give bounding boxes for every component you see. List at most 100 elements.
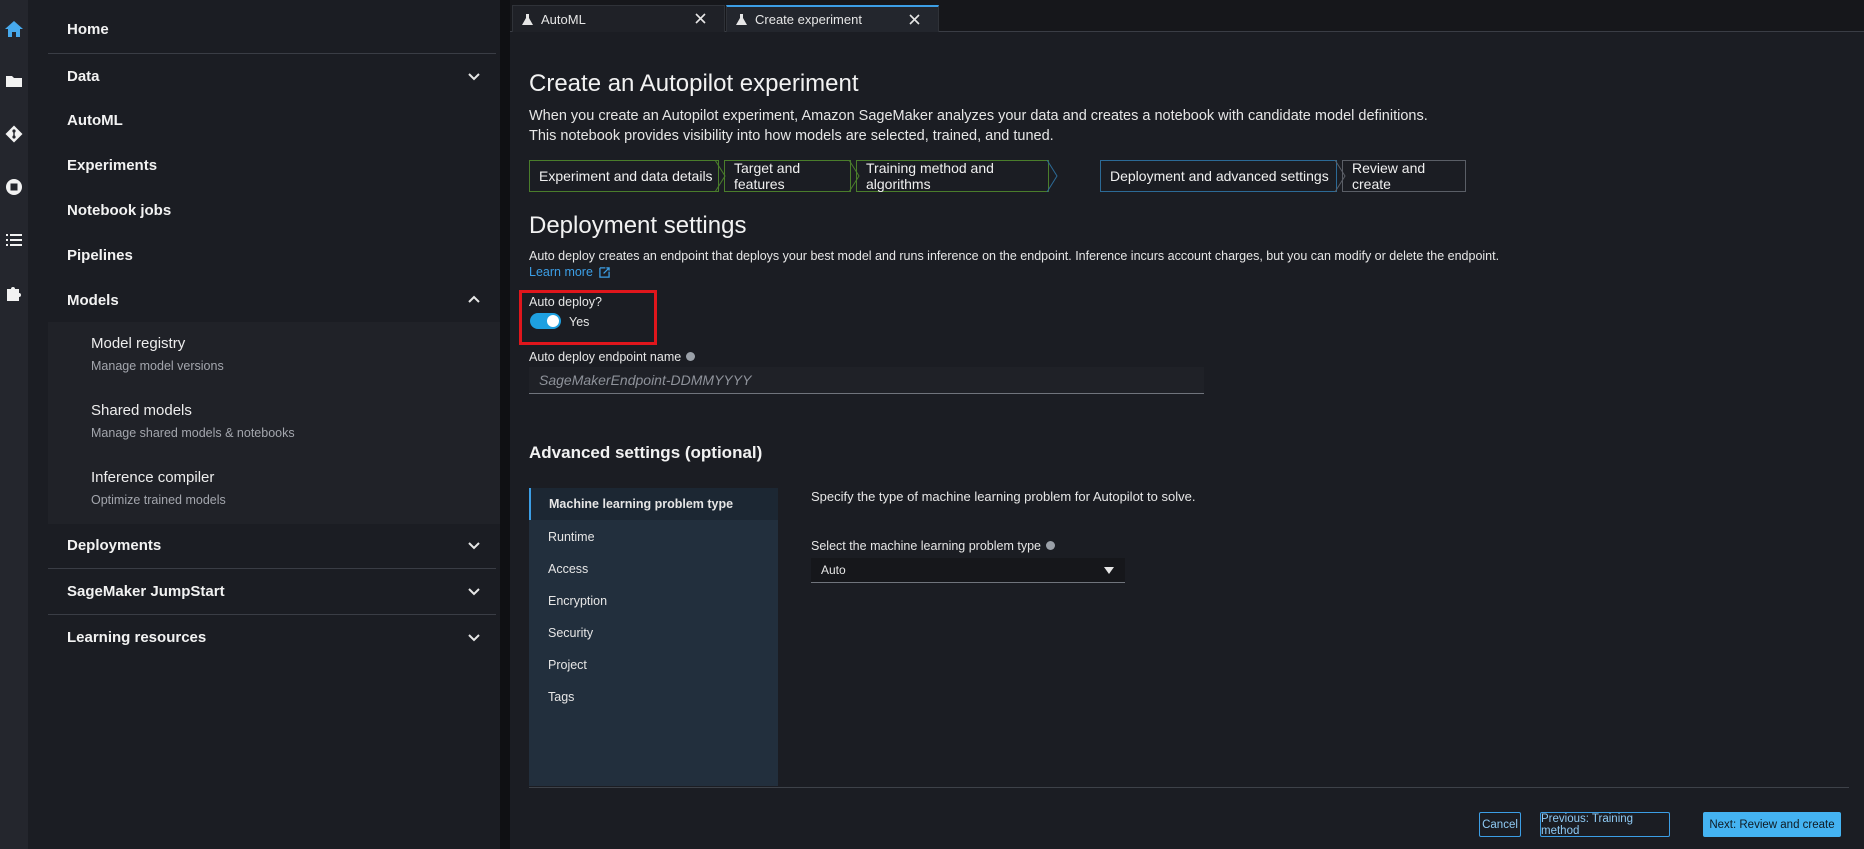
adv-item-security[interactable]: Security — [548, 626, 593, 640]
nav-label: Notebook jobs — [67, 201, 172, 219]
deployment-info-text: Auto deploy creates an endpoint that dep… — [529, 249, 1500, 263]
nav-label: Experiments — [67, 156, 158, 174]
flask-icon — [522, 13, 533, 25]
select-value: Auto — [821, 563, 846, 577]
tab-create-experiment[interactable]: Create experiment — [726, 5, 939, 32]
external-link-icon — [599, 267, 611, 278]
endpoint-label-text: Auto deploy endpoint name — [529, 350, 682, 364]
nav-label: Pipelines — [67, 246, 133, 264]
nav-item-deployments[interactable]: Deployments — [48, 523, 496, 567]
subitem-desc: Manage shared models & notebooks — [91, 426, 295, 440]
nav-item-home[interactable]: Home — [48, 7, 496, 51]
nav-item-models[interactable]: Models — [48, 278, 496, 322]
main-area: AutoML Create experiment Create an Autop… — [510, 0, 1864, 849]
nav-subitem-shared-models[interactable]: Shared models Manage shared models & not… — [91, 402, 295, 440]
nav-label: SageMaker JumpStart — [67, 582, 225, 600]
home-icon[interactable] — [2, 17, 26, 41]
extension-puzzle-icon[interactable] — [2, 281, 26, 305]
description-line: This notebook provides visibility into h… — [529, 128, 1054, 144]
auto-deploy-toggle[interactable] — [530, 313, 561, 329]
nav-label: Learning resources — [67, 628, 207, 646]
subitem-desc: Optimize trained models — [91, 493, 226, 507]
endpoint-name-input[interactable] — [529, 367, 1204, 394]
nav-label: Data — [67, 67, 100, 85]
learn-more-label: Learn more — [529, 265, 593, 279]
adv-item-access[interactable]: Access — [548, 562, 588, 576]
running-sessions-icon[interactable] — [2, 175, 26, 199]
learn-more-link[interactable]: Learn more — [529, 265, 611, 279]
adv-item-tags[interactable]: Tags — [548, 690, 574, 704]
endpoint-name-label: Auto deploy endpoint name — [529, 350, 696, 364]
deployment-settings-heading: Deployment settings — [529, 212, 747, 239]
footer-divider — [529, 787, 1849, 788]
advanced-settings-heading: Advanced settings (optional) — [529, 443, 763, 462]
list-icon[interactable] — [2, 228, 26, 252]
info-icon[interactable] — [686, 352, 696, 362]
ml-problem-type-select[interactable]: Auto — [811, 558, 1125, 583]
sagemaker-nav-panel: Home Data AutoML Experiments Notebook jo… — [28, 0, 520, 849]
page-title: Create an Autopilot experiment — [529, 70, 859, 97]
toggle-knob — [547, 315, 559, 327]
git-icon[interactable] — [2, 122, 26, 146]
nav-item-pipelines[interactable]: Pipelines — [48, 233, 496, 277]
chevron-down-icon — [468, 542, 480, 550]
adv-item-runtime[interactable]: Runtime — [548, 530, 595, 544]
step-label: Experiment and data details — [539, 168, 713, 184]
flask-icon — [736, 14, 747, 25]
cancel-button[interactable]: Cancel — [1479, 812, 1521, 837]
nav-item-notebook-jobs[interactable]: Notebook jobs — [48, 188, 496, 232]
step-label: Review and create — [1352, 160, 1426, 192]
next-button[interactable]: Next: Review and create — [1703, 812, 1841, 837]
nav-item-data[interactable]: Data — [48, 54, 496, 98]
step-experiment-data-details[interactable]: Experiment and data details — [529, 160, 719, 192]
nav-item-learning-resources[interactable]: Learning resources — [48, 615, 496, 659]
step-target-features[interactable]: Target and features — [724, 160, 851, 192]
info-icon[interactable] — [1046, 541, 1055, 551]
nav-item-experiments[interactable]: Experiments — [48, 143, 496, 187]
adv-item-project[interactable]: Project — [548, 658, 587, 672]
nav-item-jumpstart[interactable]: SageMaker JumpStart — [48, 569, 496, 613]
step-label: Target and features — [734, 160, 801, 192]
ml-problem-type-label: Select the machine learning problem type — [811, 539, 1055, 553]
chevron-down-icon — [468, 588, 480, 596]
close-icon[interactable] — [694, 12, 707, 25]
step-training-method[interactable]: Training method and algorithms — [856, 160, 1049, 192]
auto-deploy-value: Yes — [569, 315, 590, 329]
auto-deploy-label: Auto deploy? — [529, 295, 602, 309]
tab-automl[interactable]: AutoML — [512, 5, 725, 32]
description-line: When you create an Autopilot experiment,… — [529, 108, 1428, 124]
adv-item-encryption[interactable]: Encryption — [548, 594, 607, 608]
step-label: Deployment and advanced settings — [1110, 168, 1329, 184]
models-submenu: Model registry Manage model versions Sha… — [48, 322, 520, 524]
close-icon[interactable] — [908, 13, 921, 26]
nav-label: Deployments — [67, 536, 162, 554]
subitem-title: Model registry — [91, 335, 186, 352]
subitem-title: Shared models — [91, 402, 192, 419]
app-window: Home Data AutoML Experiments Notebook jo… — [0, 0, 1864, 849]
nav-label: AutoML — [67, 111, 123, 129]
page-description: When you create an Autopilot experiment,… — [529, 106, 1428, 146]
adv-item-label: Machine learning problem type — [549, 497, 734, 511]
tab-label: AutoML — [541, 11, 586, 27]
folder-icon[interactable] — [2, 69, 26, 93]
nav-subitem-inference-compiler[interactable]: Inference compiler Optimize trained mode… — [91, 469, 226, 507]
nav-item-automl[interactable]: AutoML — [48, 98, 496, 142]
adv-item-ml-problem-type[interactable]: Machine learning problem type — [529, 488, 778, 520]
step-separator-icon — [1046, 160, 1058, 192]
ml-problem-type-description: Specify the type of machine learning pro… — [811, 489, 1196, 504]
select-label-text: Select the machine learning problem type — [811, 539, 1041, 553]
advanced-settings-nav: Machine learning problem type Runtime Ac… — [529, 488, 778, 786]
nav-label: Models — [67, 291, 119, 309]
subitem-desc: Manage model versions — [91, 359, 224, 373]
tab-label: Create experiment — [755, 12, 862, 27]
previous-button[interactable]: Previous: Training method — [1540, 812, 1670, 837]
subitem-title: Inference compiler — [91, 469, 215, 486]
step-deployment-advanced[interactable]: Deployment and advanced settings — [1100, 160, 1337, 192]
nav-label: Home — [67, 20, 109, 38]
chevron-down-icon — [468, 634, 480, 642]
icon-rail — [0, 0, 28, 849]
nav-subitem-model-registry[interactable]: Model registry Manage model versions — [91, 335, 224, 373]
step-review-create[interactable]: Review and create — [1342, 160, 1466, 192]
panel-resize-handle[interactable] — [500, 0, 510, 849]
chevron-down-icon — [468, 73, 480, 81]
